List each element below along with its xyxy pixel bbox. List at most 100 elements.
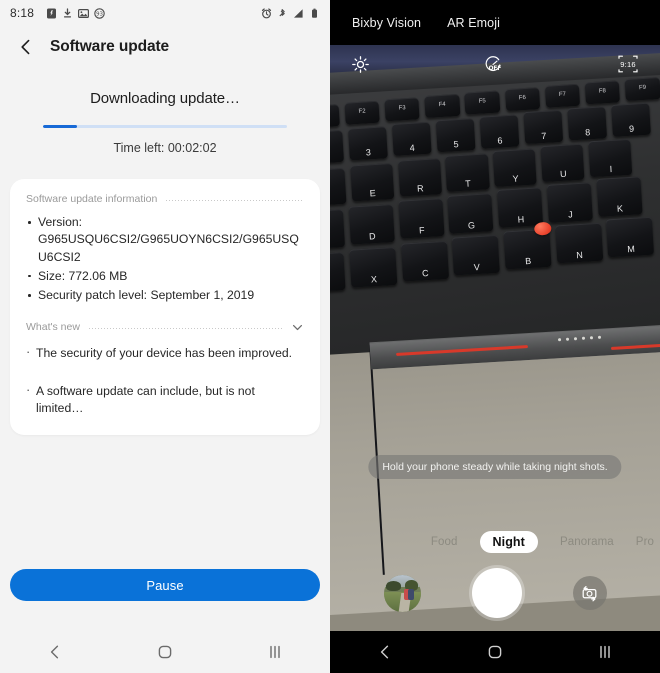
whats-new-label: What's new bbox=[26, 321, 80, 334]
keyboard-key: F1 bbox=[330, 104, 340, 129]
back-chevron-icon[interactable] bbox=[16, 37, 36, 57]
home-icon[interactable] bbox=[154, 641, 176, 663]
keyboard-key: F7 bbox=[544, 83, 580, 108]
camera-viewfinder[interactable]: F1 F2 F3 F4 F5 F6 F7 F8 F9 2 3 4 5 6 7 bbox=[330, 45, 660, 631]
camera-toolbar: OFF 9:16 bbox=[330, 49, 660, 79]
signal-icon bbox=[293, 8, 304, 19]
list-item: Version: G965USQU6CSI2/G965UOYN6CSI2/G96… bbox=[26, 214, 304, 266]
keyboard-key: 7 bbox=[522, 109, 563, 145]
notification-icon bbox=[46, 8, 57, 19]
navigation-bar bbox=[0, 631, 330, 673]
keyboard-key: T bbox=[444, 153, 490, 192]
keyboard-key: Y bbox=[492, 148, 537, 187]
keyboard-key: W bbox=[330, 167, 347, 207]
camera-tab-bar: Bixby Vision AR Emoji bbox=[330, 0, 660, 45]
gallery-thumbnail[interactable] bbox=[383, 574, 421, 612]
tab-ar-emoji[interactable]: AR Emoji bbox=[447, 16, 500, 30]
gear-icon[interactable] bbox=[350, 54, 370, 74]
keyboard-key: K bbox=[595, 176, 642, 217]
keyboard-key: S bbox=[330, 209, 345, 250]
status-bar-clock: 8:18 bbox=[10, 6, 35, 20]
keyboard-key: X bbox=[348, 246, 397, 288]
whats-new-item: A software update can include, but is no… bbox=[26, 381, 304, 417]
keyboard-key: R bbox=[397, 158, 442, 197]
camera-hint-tooltip: Hold your phone steady while taking nigh… bbox=[368, 455, 622, 479]
pause-button-container: Pause bbox=[0, 569, 330, 631]
keyboard-key: G bbox=[447, 193, 494, 234]
tab-bixby-vision[interactable]: Bixby Vision bbox=[352, 16, 421, 30]
keyboard-key: 3 bbox=[347, 126, 388, 161]
status-bar-left: 8:18 93 bbox=[10, 6, 105, 20]
info-bullet-list: Version: G965USQU6CSI2/G965UOYN6CSI2/G96… bbox=[26, 214, 304, 305]
info-card-header: Software update information bbox=[26, 193, 304, 205]
page-title: Software update bbox=[50, 38, 170, 55]
chevron-down-icon[interactable] bbox=[291, 321, 304, 334]
keyboard-key: F4 bbox=[424, 93, 460, 118]
list-item: Security patch level: September 1, 2019 bbox=[26, 287, 304, 304]
mode-food[interactable]: Food bbox=[431, 536, 458, 548]
home-icon[interactable] bbox=[484, 641, 506, 663]
status-bar-right bbox=[261, 7, 320, 19]
list-item: Size: 772.06 MB bbox=[26, 268, 304, 285]
image-icon bbox=[78, 8, 90, 19]
svg-text:OFF: OFF bbox=[489, 66, 502, 72]
keyboard-key: H bbox=[496, 187, 543, 228]
mode-panorama[interactable]: Panorama bbox=[560, 536, 614, 548]
camera-screen: Bixby Vision AR Emoji F1 F2 F3 F4 F5 F6 … bbox=[330, 0, 660, 673]
info-section-label: Software update information bbox=[26, 193, 158, 205]
mode-pro[interactable]: Pro bbox=[636, 536, 654, 548]
recents-icon[interactable] bbox=[594, 641, 616, 663]
keyboard-key: F9 bbox=[624, 77, 660, 102]
timer-icon[interactable]: OFF bbox=[483, 54, 503, 74]
keyboard-key: F8 bbox=[584, 80, 620, 105]
camera-controls bbox=[330, 560, 660, 626]
keyboard-key: C bbox=[400, 240, 449, 282]
time-left-label: Time left: 00:02:02 bbox=[113, 141, 217, 155]
keyboard-key: 8 bbox=[566, 106, 607, 141]
keyboard-key: I bbox=[587, 138, 632, 178]
navigation-bar bbox=[330, 631, 660, 673]
pause-button[interactable]: Pause bbox=[10, 569, 320, 601]
keyboard-key: 4 bbox=[391, 121, 432, 156]
recents-icon[interactable] bbox=[264, 641, 286, 663]
keyboard-key: N bbox=[554, 222, 603, 264]
mode-night[interactable]: Night bbox=[479, 531, 538, 553]
download-progress-fill bbox=[43, 125, 78, 128]
camera-mode-selector: Food Night Panorama Pro bbox=[330, 531, 660, 553]
status-bar: 8:18 93 bbox=[0, 0, 330, 26]
keyboard-key: Z bbox=[330, 252, 346, 293]
dotted-divider bbox=[165, 199, 304, 201]
app-bar: Software update bbox=[0, 26, 330, 68]
shutter-button[interactable] bbox=[471, 568, 522, 618]
keyboard-key: D bbox=[348, 204, 395, 245]
download-progress-bar bbox=[43, 125, 287, 128]
download-title: Downloading update… bbox=[90, 90, 240, 107]
keyboard-key: F5 bbox=[464, 90, 500, 115]
back-icon[interactable] bbox=[374, 641, 396, 663]
switch-camera-icon[interactable] bbox=[572, 576, 607, 610]
keyboard-key: F bbox=[397, 198, 444, 239]
keyboard-key: 2 bbox=[330, 129, 344, 165]
keyboard-key: U bbox=[540, 143, 585, 183]
keyboard-key: F3 bbox=[383, 97, 420, 122]
bluetooth-icon bbox=[277, 8, 288, 19]
keyboard-key: V bbox=[451, 234, 500, 276]
keyboard-key: J bbox=[546, 182, 593, 223]
app-badge-icon: 93 bbox=[94, 7, 105, 19]
software-update-info-card: Software update information Version: G96… bbox=[10, 179, 320, 435]
software-update-screen: 8:18 93 Software update Downloading upda… bbox=[0, 0, 330, 673]
alarm-icon bbox=[261, 7, 272, 19]
aspect-ratio-icon[interactable]: 9:16 bbox=[616, 54, 640, 74]
download-icon bbox=[62, 7, 73, 19]
dotted-divider bbox=[87, 327, 283, 329]
keyboard-key: F6 bbox=[504, 87, 540, 112]
keyboard-key: 9 bbox=[610, 102, 651, 137]
whats-new-header[interactable]: What's new bbox=[26, 321, 304, 334]
keyboard-key: E bbox=[349, 163, 394, 202]
dual-screenshot: 8:18 93 Software update Downloading upda… bbox=[0, 0, 660, 673]
download-status-section: Downloading update… Time left: 00:02:02 bbox=[0, 68, 330, 155]
back-icon[interactable] bbox=[44, 641, 66, 663]
battery-icon bbox=[309, 8, 320, 19]
whats-new-section: What's new The security of your device h… bbox=[26, 321, 304, 417]
keyboard-key: 6 bbox=[478, 114, 520, 149]
